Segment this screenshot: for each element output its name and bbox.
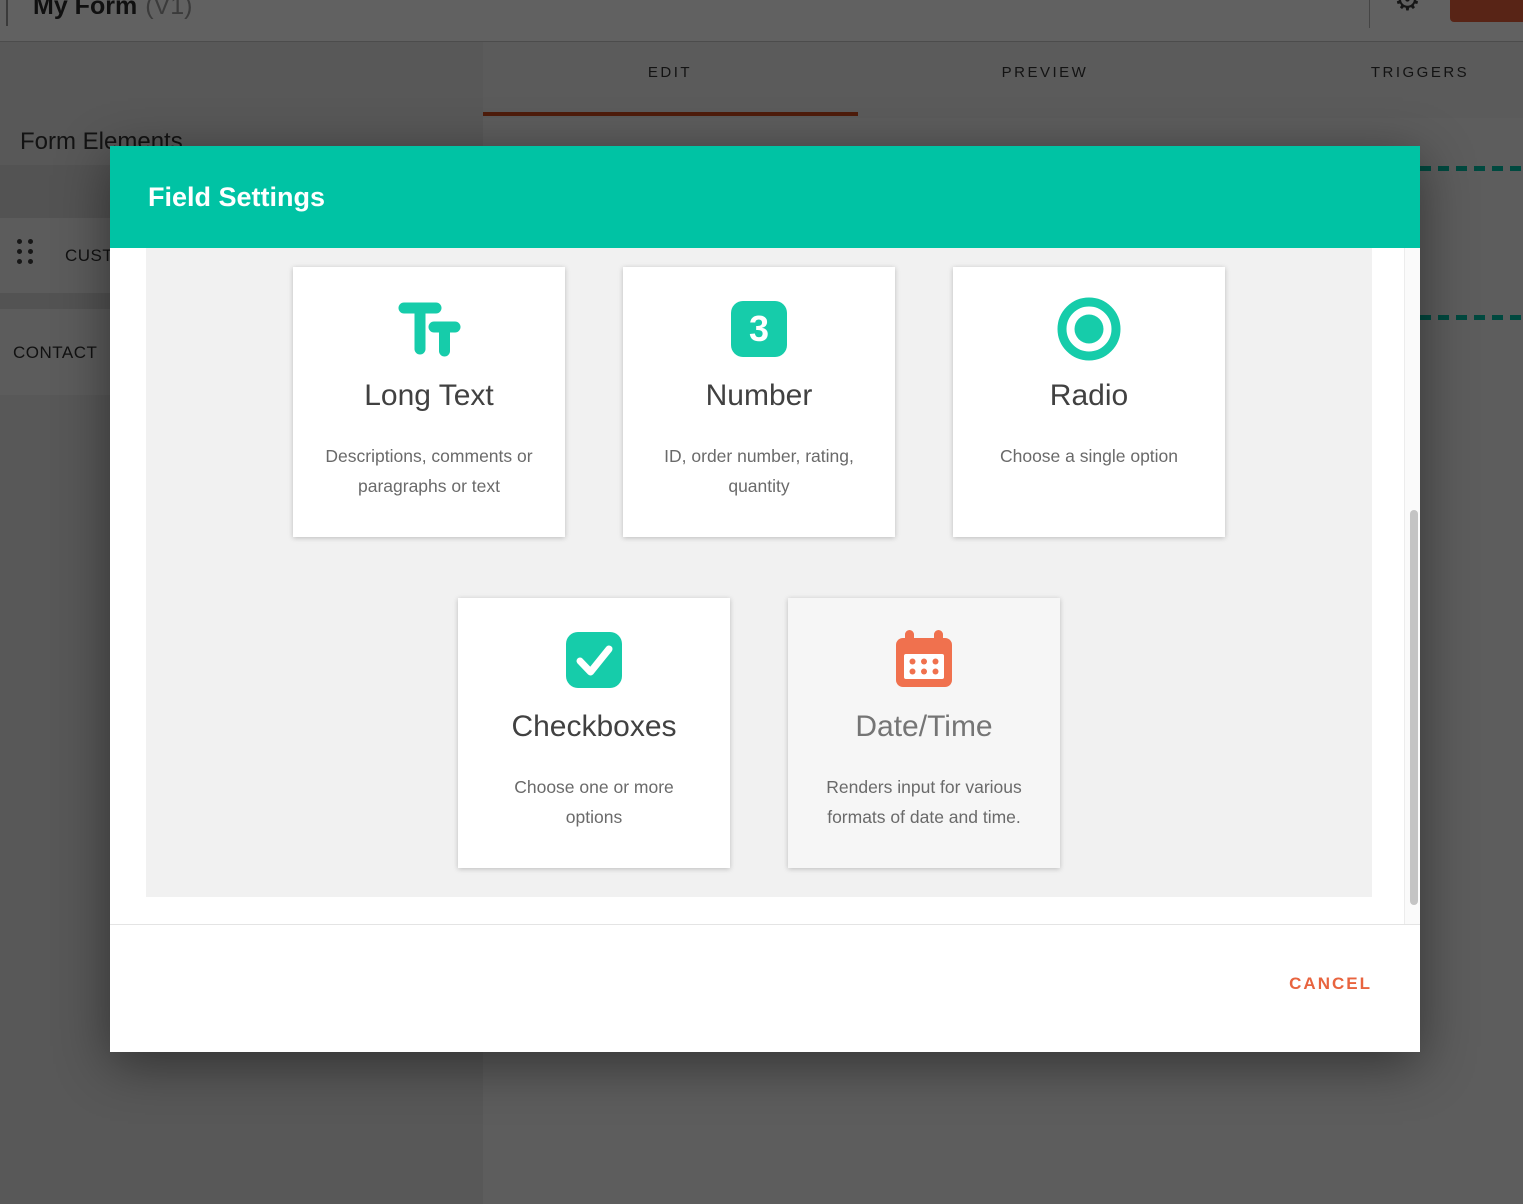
field-type-description: Renders input for various formats of dat…: [812, 772, 1037, 832]
field-type-description: Choose one or more options: [494, 772, 694, 832]
dialog-title: Field Settings: [148, 146, 325, 248]
field-settings-dialog: Field Settings Long Text Descriptions, c…: [110, 146, 1420, 1052]
field-type-title: Number: [706, 379, 813, 413]
field-type-card-number[interactable]: 3 Number ID, order number, rating, quant…: [623, 267, 895, 537]
field-type-card-date-time[interactable]: Date/Time Renders input for various form…: [788, 598, 1060, 868]
field-type-card-long-text[interactable]: Long Text Descriptions, comments or para…: [293, 267, 565, 537]
cancel-button[interactable]: CANCEL: [1289, 974, 1372, 994]
checkbox-icon: [565, 628, 623, 692]
calendar-icon: [893, 628, 955, 692]
field-type-card-radio[interactable]: Radio Choose a single option: [953, 267, 1225, 537]
footer-divider: [110, 924, 1420, 925]
field-type-title: Radio: [1050, 379, 1128, 413]
svg-text:3: 3: [749, 308, 769, 349]
form-builder-app: My Form(V1) REVISIONS ⚙ PUBLISH Form Ele…: [0, 0, 1523, 1204]
field-type-grid: Long Text Descriptions, comments or para…: [146, 248, 1372, 897]
dialog-body: Long Text Descriptions, comments or para…: [110, 248, 1420, 1052]
field-type-description: ID, order number, rating, quantity: [649, 441, 869, 501]
field-type-description: Choose a single option: [1000, 441, 1178, 471]
modal-scrollbar-thumb[interactable]: [1410, 510, 1418, 905]
field-type-title: Date/Time: [855, 710, 992, 744]
long-text-icon: [397, 297, 461, 361]
dialog-header: Field Settings: [110, 146, 1420, 248]
field-type-title: Checkboxes: [511, 710, 676, 744]
field-type-description: Descriptions, comments or paragraphs or …: [309, 441, 549, 501]
field-type-title: Long Text: [364, 379, 494, 413]
modal-scrollbar-track[interactable]: [1404, 248, 1420, 924]
field-type-card-checkboxes[interactable]: Checkboxes Choose one or more options: [458, 598, 730, 868]
number-3-icon: 3: [730, 297, 788, 361]
radio-icon: [1056, 297, 1122, 361]
